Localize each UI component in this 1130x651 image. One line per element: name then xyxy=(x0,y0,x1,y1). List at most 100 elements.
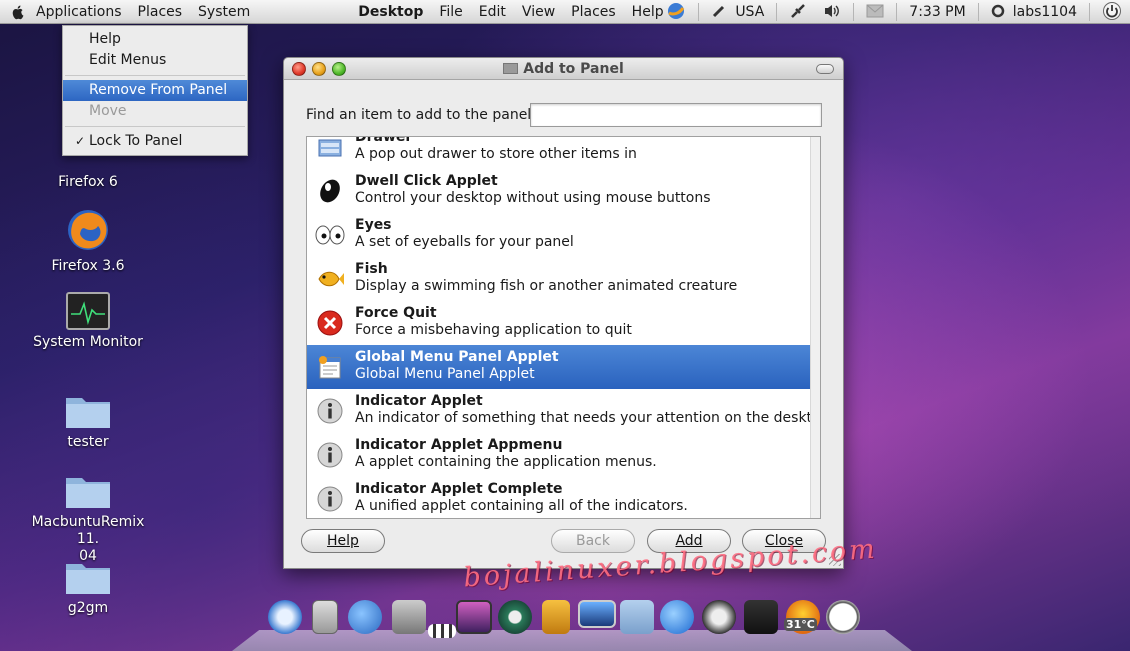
safari-icon[interactable] xyxy=(268,600,302,634)
cursor-icon[interactable] xyxy=(744,600,778,634)
desktop-icon-label: g2gm xyxy=(67,600,109,616)
applet-row[interactable]: Indicator Applet Appmenu A applet contain… xyxy=(307,433,820,477)
calculator-icon[interactable] xyxy=(312,600,338,634)
menu-view[interactable]: View xyxy=(514,0,563,24)
browser-icon[interactable] xyxy=(658,0,694,24)
music-icon[interactable] xyxy=(660,600,694,634)
menu-separator xyxy=(65,75,245,76)
menu-item-remove-from-panel[interactable]: Remove From Panel xyxy=(63,80,247,101)
keyboard-layout[interactable]: USA xyxy=(735,0,772,24)
applet-description: Global Menu Panel Applet xyxy=(355,366,535,382)
window-title: Add to Panel xyxy=(284,58,843,80)
network-icon[interactable] xyxy=(781,0,815,24)
applet-description: Display a swimming fish or another anima… xyxy=(355,278,738,294)
applet-row[interactable]: Fish Display a swimming fish or another a… xyxy=(307,257,820,301)
clock-icon[interactable] xyxy=(826,600,860,634)
panel-separator xyxy=(896,3,898,21)
camera-icon[interactable] xyxy=(392,600,426,634)
info-icon xyxy=(315,484,345,514)
applet-name: Force Quit xyxy=(355,305,437,321)
fish-icon xyxy=(315,264,345,294)
desktop-icon-g2gm[interactable]: g2gm xyxy=(23,558,153,617)
menu-item-help[interactable]: Help xyxy=(63,29,247,50)
find-label: Find an item to add to the panel: xyxy=(306,107,536,123)
top-panel: Applications Places System Desktop File … xyxy=(0,0,1130,24)
panel-context-menu: Help Edit Menus Remove From Panel Move ✓… xyxy=(62,25,248,156)
menu-file[interactable]: File xyxy=(431,0,470,24)
desktop-icon-label: Firefox 3.6 xyxy=(51,258,125,274)
folder-icon[interactable] xyxy=(620,600,654,634)
desktop-icon-tester[interactable]: tester xyxy=(23,392,153,451)
applet-name: Fish xyxy=(355,261,388,277)
desktop-icon-macbunturemix[interactable]: MacbuntuRemix 11. 04 xyxy=(23,472,153,565)
mail-icon[interactable] xyxy=(858,0,892,24)
desktop-icon-label: System Monitor xyxy=(33,334,143,350)
panel-separator xyxy=(698,3,700,21)
volume-icon[interactable] xyxy=(815,0,849,24)
user-name[interactable]: labs1104 xyxy=(1013,0,1085,24)
applet-description: A applet containing the application menu… xyxy=(355,454,657,470)
applet-row[interactable]: Force Quit Force a misbehaving applicatio… xyxy=(307,301,820,345)
applet-name: Eyes xyxy=(355,217,392,233)
applet-description: A set of eyeballs for your panel xyxy=(355,234,574,250)
back-button-label: Back xyxy=(576,533,610,549)
menu-applications[interactable]: Applications xyxy=(28,0,130,24)
system-monitor-icon xyxy=(66,292,110,330)
applet-description: Force a misbehaving application to quit xyxy=(355,322,632,338)
checkmark-icon: ✓ xyxy=(75,134,86,148)
applet-row[interactable]: Eyes A set of eyeballs for your panel xyxy=(307,213,820,257)
add-to-panel-dialog: Add to Panel Find an item to add to the … xyxy=(283,57,844,569)
window-titlebar[interactable]: Add to Panel xyxy=(284,58,843,80)
menu-places-app[interactable]: Places xyxy=(563,0,624,24)
applet-list[interactable]: Drawer A pop out drawer to store other it… xyxy=(306,136,821,519)
applet-row[interactable]: Indicator Applet An indicator of somethin… xyxy=(307,389,820,433)
applet-description: A pop out drawer to store other items in xyxy=(355,146,637,162)
desktop-icon-system-monitor[interactable]: System Monitor xyxy=(23,292,153,351)
time-machine-icon[interactable] xyxy=(498,600,532,634)
user-icon[interactable] xyxy=(983,0,1013,24)
menu-item-lock-to-panel[interactable]: ✓ Lock To Panel xyxy=(63,131,247,152)
search-input[interactable] xyxy=(530,103,822,127)
menu-item-move: Move xyxy=(89,103,127,119)
force-quit-icon xyxy=(315,308,345,338)
power-icon[interactable] xyxy=(702,600,736,634)
eyes-icon xyxy=(315,220,345,250)
help-button[interactable]: Help xyxy=(301,529,385,553)
applet-description: A unified applet containing all of the i… xyxy=(355,498,688,514)
menu-item-label: Lock To Panel xyxy=(89,133,183,149)
info-icon xyxy=(315,396,345,426)
keyboard-icon[interactable] xyxy=(703,0,735,24)
weather-icon[interactable]: 31°C xyxy=(784,600,820,634)
panel-separator xyxy=(977,3,979,21)
firefox-icon xyxy=(68,210,108,250)
display-icon[interactable] xyxy=(578,600,616,628)
panel-icon xyxy=(503,63,519,74)
desktop-icon-firefox-3-6[interactable]: Firefox 3.6 xyxy=(23,206,153,275)
menu-system[interactable]: System xyxy=(190,0,258,24)
applet-name: Indicator Applet Appmenu xyxy=(355,437,563,453)
applet-name: Indicator Applet Complete xyxy=(355,481,563,497)
applet-row[interactable]: Dwell Click Applet Control your desktop w… xyxy=(307,169,820,213)
power-icon[interactable] xyxy=(1094,0,1130,24)
menu-item-edit-menus[interactable]: Edit Menus xyxy=(63,50,247,71)
applet-name: Indicator Applet xyxy=(355,393,483,409)
applet-name: Dwell Click Applet xyxy=(355,173,498,189)
list-scrollbar[interactable] xyxy=(810,137,820,518)
applet-row[interactable]: Drawer A pop out drawer to store other it… xyxy=(307,137,820,169)
menu-edit[interactable]: Edit xyxy=(471,0,514,24)
applet-row[interactable]: Indicator Applet Complete A unified apple… xyxy=(307,477,820,518)
applet-row[interactable]: Global Menu Panel Applet Global Menu Pane… xyxy=(307,345,820,389)
global-menu-icon xyxy=(315,352,345,382)
photo-icon[interactable] xyxy=(456,600,492,634)
window-shade-button[interactable] xyxy=(816,64,834,74)
applet-description: An indicator of something that needs you… xyxy=(355,410,821,426)
menu-places[interactable]: Places xyxy=(130,0,191,24)
clock[interactable]: 7:33 PM xyxy=(901,0,973,24)
usb-drive-icon[interactable] xyxy=(542,600,570,634)
chat-icon[interactable] xyxy=(348,600,382,634)
help-button-label: Help xyxy=(327,533,359,549)
terminal-icon[interactable] xyxy=(428,624,456,638)
folder-icon xyxy=(66,398,110,428)
apple-icon[interactable] xyxy=(10,4,26,20)
applet-list-rows: Drawer A pop out drawer to store other it… xyxy=(307,137,820,518)
